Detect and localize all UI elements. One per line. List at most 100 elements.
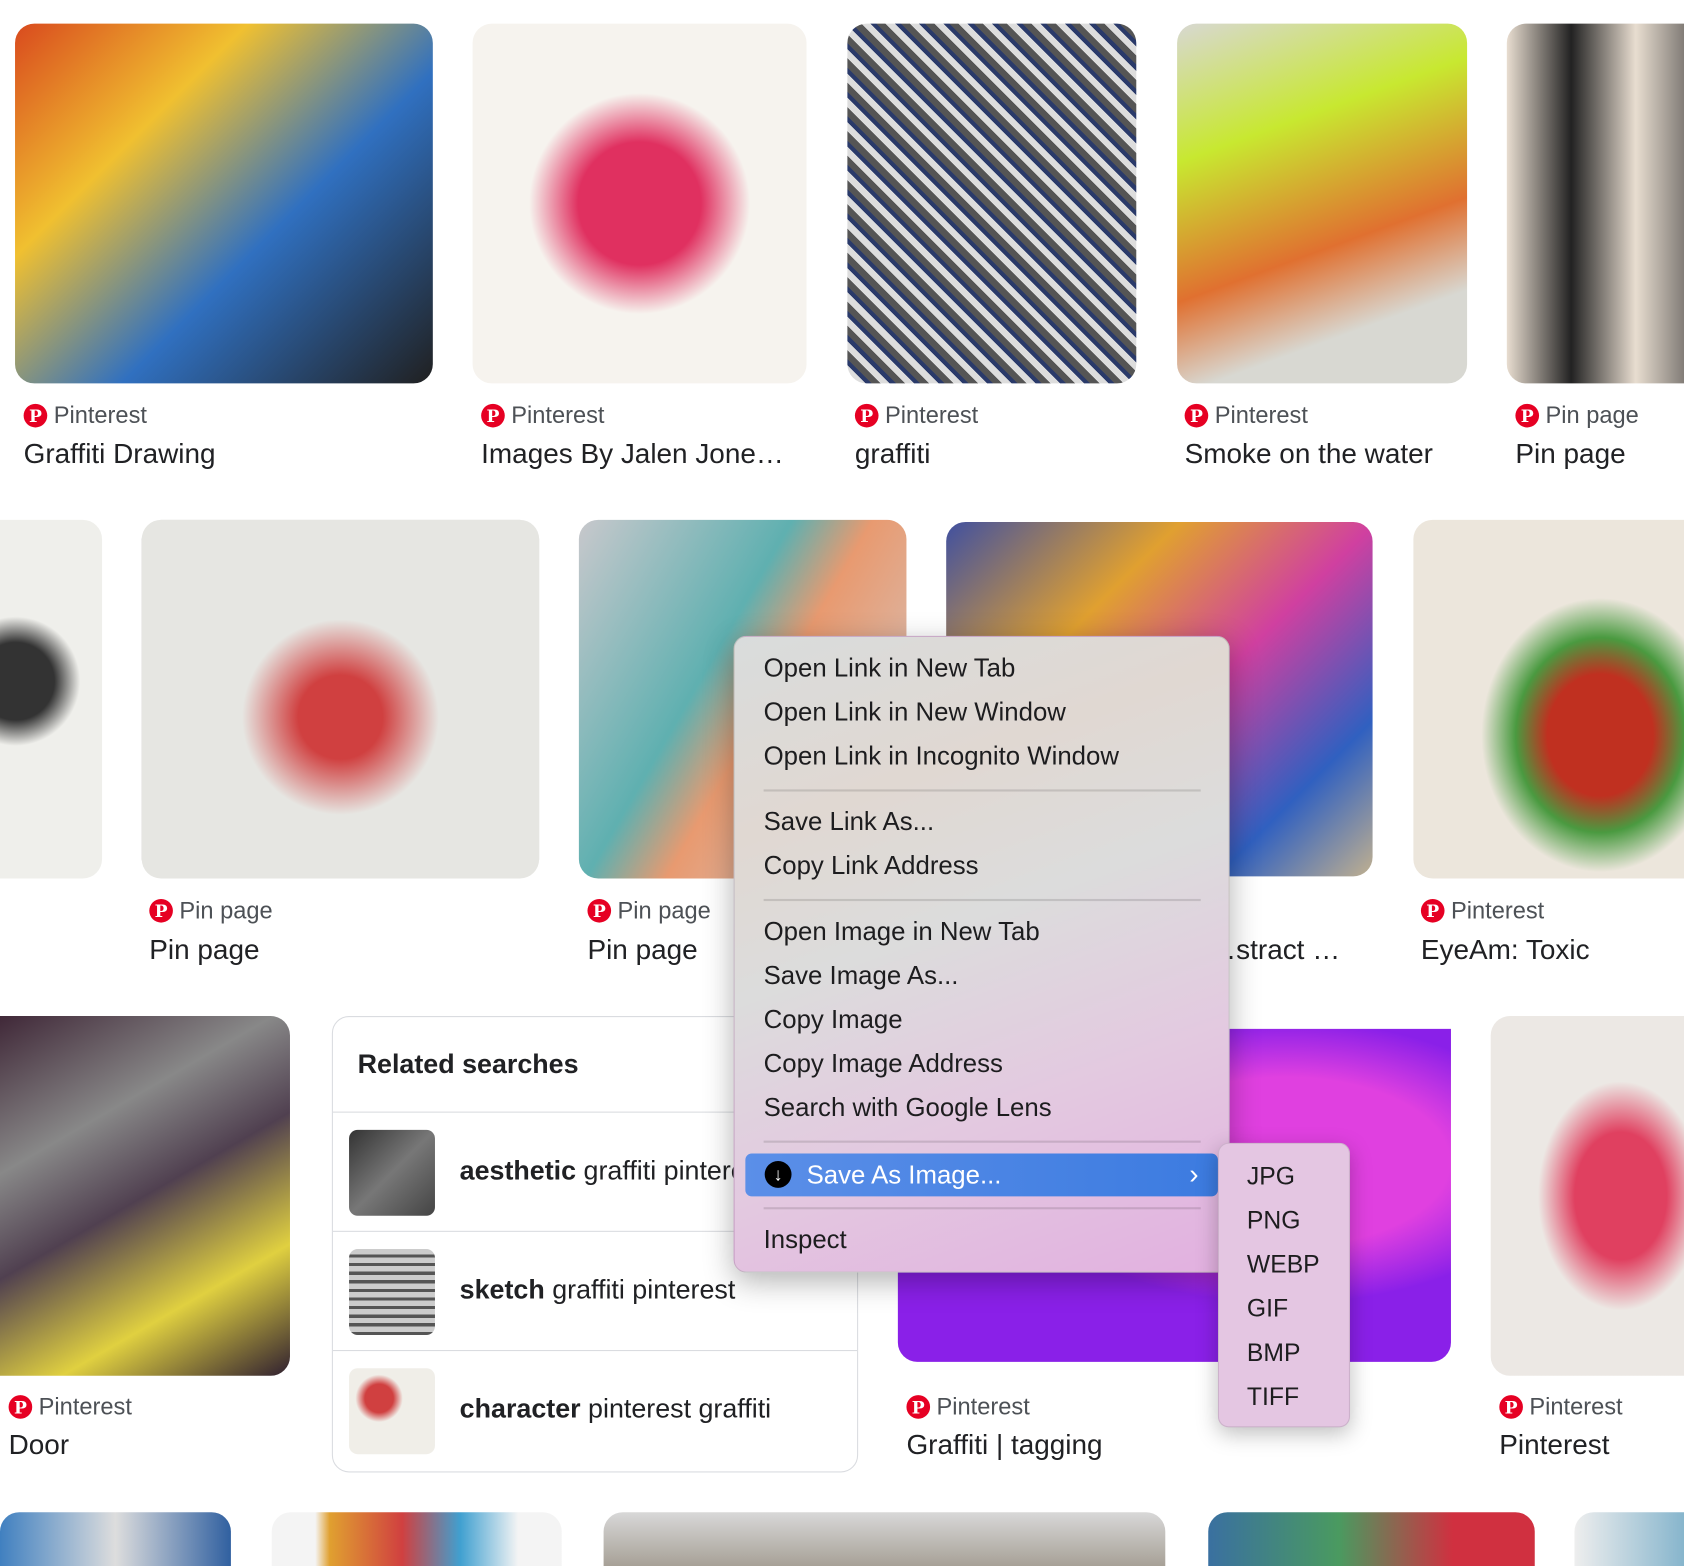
- context-menu: Open Link in New Tab Open Link in New Wi…: [733, 635, 1230, 1273]
- result-image[interactable]: [1413, 519, 1684, 879]
- menu-save-link-as[interactable]: Save Link As...: [764, 808, 935, 838]
- related-bold: character: [459, 1394, 581, 1425]
- result-source[interactable]: P Pinterest: [1184, 401, 1308, 430]
- related-search-item[interactable]: character pinterest graffiti: [332, 1350, 858, 1470]
- submenu-tiff[interactable]: TIFF: [1247, 1382, 1299, 1411]
- pinterest-icon: P: [481, 403, 505, 428]
- result-title[interactable]: Pinterest: [1499, 1428, 1609, 1461]
- image-results-page: P Pinterest Graffiti Drawing P Pinterest I…: [0, 0, 1684, 1566]
- source-label: Pinterest: [1214, 401, 1308, 429]
- pinterest-icon: P: [1420, 898, 1445, 923]
- menu-copy-link-address[interactable]: Copy Link Address: [764, 852, 979, 882]
- source-label: Pin page: [179, 896, 273, 924]
- pinterest-icon: P: [854, 403, 879, 428]
- submenu-png[interactable]: PNG: [1247, 1206, 1301, 1235]
- result-source[interactable]: P Pinterest: [481, 402, 604, 430]
- download-icon: ↓: [764, 1160, 792, 1188]
- result-title[interactable]: Smoke on the water: [1185, 437, 1433, 470]
- result-image[interactable]: [1177, 23, 1468, 384]
- related-bold: sketch: [459, 1274, 545, 1305]
- related-rest: graffiti pinterest: [544, 1274, 736, 1305]
- menu-separator: [763, 1207, 1201, 1210]
- pinterest-icon: P: [587, 898, 612, 923]
- pinterest-icon: P: [149, 898, 173, 923]
- source-label: Pin page: [617, 896, 711, 924]
- result-source[interactable]: P Pin page: [587, 896, 711, 925]
- result-image[interactable]: [0, 519, 103, 879]
- submenu-gif[interactable]: GIF: [1247, 1294, 1288, 1323]
- source-label: Pinterest: [884, 401, 979, 429]
- result-image[interactable]: [847, 23, 1137, 384]
- source-label: Pinterest: [1450, 896, 1545, 924]
- source-label: Pinterest: [936, 1392, 1030, 1420]
- result-source[interactable]: P Pinterest: [1420, 896, 1545, 925]
- related-search-text: sketch graffiti pinterest: [460, 1275, 736, 1306]
- result-image[interactable]: [1506, 23, 1684, 384]
- result-image[interactable]: [0, 1512, 231, 1566]
- menu-open-link-incognito[interactable]: Open Link in Incognito Window: [764, 742, 1119, 772]
- menu-separator: [763, 898, 1201, 902]
- chevron-right-icon: ›: [1189, 1157, 1199, 1190]
- menu-save-image-as[interactable]: Save Image As...: [764, 961, 959, 991]
- menu-inspect[interactable]: Inspect: [764, 1225, 847, 1255]
- save-as-image-submenu: JPG PNG WEBP GIF BMP TIFF: [1217, 1142, 1351, 1428]
- source-label: Pinterest: [53, 401, 147, 429]
- result-source[interactable]: P Pinterest: [8, 1392, 132, 1421]
- result-image[interactable]: [271, 1512, 562, 1566]
- result-title[interactable]: Pin page: [1515, 437, 1625, 470]
- source-label: Pinterest: [1529, 1392, 1623, 1420]
- result-source[interactable]: P Pinterest: [854, 401, 979, 430]
- related-search-text: character pinterest graffiti: [460, 1394, 771, 1425]
- result-source[interactable]: P Pinterest: [1499, 1392, 1623, 1421]
- submenu-webp[interactable]: WEBP: [1247, 1250, 1320, 1279]
- pinterest-icon: P: [23, 403, 48, 428]
- menu-separator: [763, 789, 1201, 792]
- result-image[interactable]: [472, 23, 807, 384]
- menu-save-as-image[interactable]: ↓ Save As Image... ›: [745, 1153, 1218, 1197]
- result-title[interactable]: Door: [9, 1428, 70, 1461]
- pinterest-icon: P: [1499, 1395, 1523, 1419]
- result-source[interactable]: P Pinterest: [906, 1392, 1030, 1421]
- related-thumbnail: [349, 1368, 435, 1455]
- source-label: Pinterest: [511, 401, 605, 429]
- related-rest: pinterest graffiti: [580, 1394, 772, 1425]
- result-image[interactable]: [15, 23, 433, 384]
- submenu-jpg[interactable]: JPG: [1247, 1162, 1295, 1191]
- pinterest-icon: P: [1184, 403, 1209, 428]
- menu-search-google-lens[interactable]: Search with Google Lens: [764, 1093, 1052, 1123]
- result-title[interactable]: Images By Jalen Jone…: [481, 437, 803, 470]
- result-image[interactable]: [1208, 1512, 1535, 1566]
- pinterest-icon: P: [1515, 403, 1540, 428]
- result-title[interactable]: Graffiti | tagging: [906, 1428, 1102, 1461]
- result-source[interactable]: P Pin page: [1515, 401, 1639, 430]
- menu-separator: [763, 1140, 1201, 1143]
- related-searches-heading: Related searches: [357, 1049, 579, 1080]
- result-title[interactable]: Graffiti Drawing: [24, 437, 432, 470]
- related-thumbnail: [349, 1129, 435, 1216]
- result-image[interactable]: [1490, 1016, 1684, 1376]
- result-source[interactable]: P Pinterest: [23, 401, 147, 430]
- result-image[interactable]: [0, 1016, 290, 1376]
- result-title[interactable]: Pin page: [149, 933, 259, 966]
- menu-copy-image-address[interactable]: Copy Image Address: [764, 1049, 1003, 1079]
- menu-open-image-new-tab[interactable]: Open Image in New Tab: [764, 917, 1040, 947]
- source-label: Pinterest: [38, 1392, 132, 1420]
- result-source[interactable]: P Pin page: [149, 896, 273, 925]
- result-title[interactable]: Pin page: [587, 933, 697, 966]
- result-image[interactable]: [1574, 1512, 1684, 1566]
- menu-open-link-new-tab[interactable]: Open Link in New Tab: [764, 654, 1016, 684]
- menu-copy-image[interactable]: Copy Image: [764, 1005, 903, 1035]
- result-image[interactable]: [603, 1512, 1166, 1566]
- result-title[interactable]: EyeAm: Toxic: [1421, 933, 1590, 966]
- related-bold: aesthetic: [459, 1155, 577, 1186]
- source-label: Pin page: [1545, 401, 1639, 429]
- pinterest-icon: P: [8, 1395, 33, 1419]
- related-search-text: aesthetic graffiti pinterest: [460, 1156, 767, 1187]
- submenu-bmp[interactable]: BMP: [1247, 1338, 1301, 1367]
- pinterest-icon: P: [906, 1395, 931, 1419]
- menu-open-link-new-window[interactable]: Open Link in New Window: [764, 698, 1066, 728]
- menu-save-as-image-label: Save As Image...: [806, 1160, 1002, 1190]
- related-thumbnail: [349, 1249, 435, 1335]
- result-image[interactable]: [141, 519, 540, 879]
- result-title[interactable]: graffiti: [855, 437, 931, 470]
